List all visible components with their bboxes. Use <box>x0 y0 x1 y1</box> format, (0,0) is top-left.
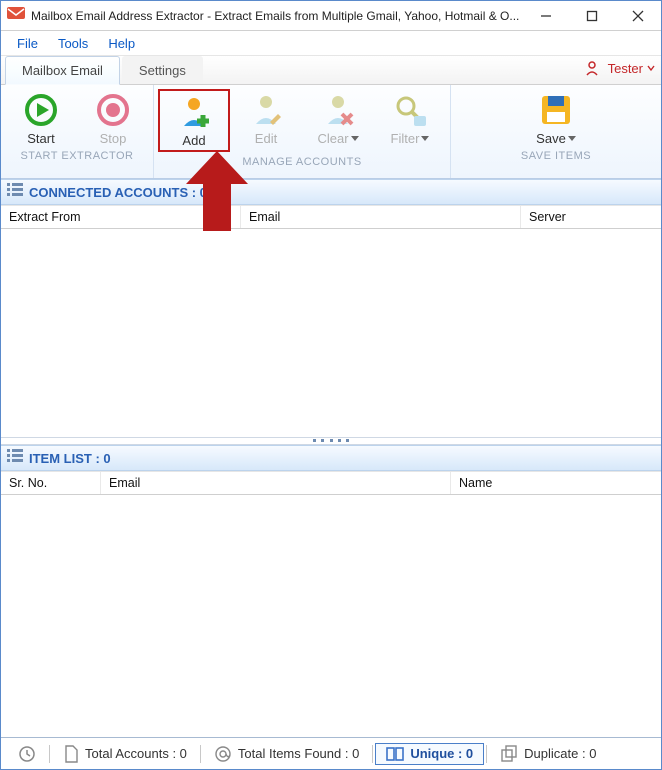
history-icon <box>18 745 36 763</box>
ribbon-caption-start: START EXTRACTOR <box>20 150 133 165</box>
edit-button[interactable]: Edit <box>230 89 302 152</box>
tab-row: Mailbox Email Settings Tester <box>1 55 661 85</box>
clear-button[interactable]: Clear <box>302 89 374 152</box>
list-icon <box>7 183 23 202</box>
status-bar: Total Accounts : 0 Total Items Found : 0… <box>1 737 661 769</box>
title-bar: Mailbox Email Address Extractor - Extrac… <box>1 1 661 31</box>
connected-accounts-header: CONNECTED ACCOUNTS : 0 <box>1 179 661 205</box>
list-icon <box>7 449 23 468</box>
edit-button-label: Edit <box>255 131 277 146</box>
stop-button[interactable]: Stop <box>77 89 149 146</box>
user-icon <box>586 60 604 76</box>
item-list-panel: ITEM LIST : 0 Sr. No. Email Name <box>1 445 661 737</box>
filter-button-label: Filter <box>391 131 420 146</box>
tab-mailbox-email[interactable]: Mailbox Email <box>5 56 120 85</box>
at-icon <box>214 745 232 763</box>
chevron-down-icon <box>421 136 429 141</box>
connected-list-body <box>1 229 661 437</box>
save-icon <box>537 91 575 129</box>
edit-user-icon <box>247 91 285 129</box>
ribbon-group-save: Save SAVE ITEMS <box>451 85 661 178</box>
item-list-title: ITEM LIST : 0 <box>29 451 111 466</box>
save-button-label: Save <box>536 131 566 146</box>
col-name[interactable]: Name <box>451 472 661 494</box>
menu-file[interactable]: File <box>7 34 48 53</box>
app-window: Mailbox Email Address Extractor - Extrac… <box>0 0 662 770</box>
start-button[interactable]: Start <box>5 89 77 146</box>
status-unique-text: Unique : 0 <box>410 746 473 761</box>
chevron-down-icon <box>568 136 576 141</box>
status-total-accounts-text: Total Accounts : 0 <box>85 746 187 761</box>
filter-button[interactable]: Filter <box>374 89 446 152</box>
minimize-button[interactable] <box>523 1 569 31</box>
maximize-button[interactable] <box>569 1 615 31</box>
ribbon-caption-save: SAVE ITEMS <box>521 150 591 165</box>
col-email[interactable]: Email <box>241 206 521 228</box>
status-total-items-text: Total Items Found : 0 <box>238 746 359 761</box>
col-item-email[interactable]: Email <box>101 472 451 494</box>
status-total-items[interactable]: Total Items Found : 0 <box>203 743 370 765</box>
app-icon <box>7 5 25 26</box>
menu-bar: File Tools Help <box>1 31 661 55</box>
item-list-header: ITEM LIST : 0 <box>1 445 661 471</box>
start-button-label: Start <box>27 131 54 146</box>
item-columns: Sr. No. Email Name <box>1 471 661 495</box>
unique-icon <box>386 746 404 762</box>
hint-arrow-icon <box>186 151 248 236</box>
user-menu[interactable]: Tester <box>586 60 655 76</box>
splitter[interactable] <box>1 437 661 445</box>
stop-button-label: Stop <box>100 131 127 146</box>
clear-user-icon <box>319 91 357 129</box>
status-duplicate-text: Duplicate : 0 <box>524 746 596 761</box>
ribbon-group-start: Start Stop START EXTRACTOR <box>1 85 154 178</box>
dup-icon <box>500 745 518 763</box>
add-button[interactable]: Add <box>158 89 230 152</box>
menu-help[interactable]: Help <box>98 34 145 53</box>
ribbon-caption-manage: MANAGE ACCOUNTS <box>242 156 361 171</box>
status-total-accounts[interactable]: Total Accounts : 0 <box>52 743 198 765</box>
col-server[interactable]: Server <box>521 206 661 228</box>
chevron-down-icon <box>351 136 359 141</box>
close-button[interactable] <box>615 1 661 31</box>
save-button[interactable]: Save <box>520 89 592 146</box>
tab-settings[interactable]: Settings <box>122 56 203 84</box>
status-duplicate[interactable]: Duplicate : 0 <box>489 743 607 765</box>
item-list-body <box>1 495 661 737</box>
connected-columns: Extract From Email Server <box>1 205 661 229</box>
status-history[interactable] <box>7 743 47 765</box>
window-title: Mailbox Email Address Extractor - Extrac… <box>31 9 523 23</box>
stop-icon <box>94 91 132 129</box>
connected-accounts-title: CONNECTED ACCOUNTS : 0 <box>29 185 207 200</box>
clear-button-label: Clear <box>317 131 348 146</box>
chevron-down-icon <box>647 64 655 72</box>
ribbon: Start Stop START EXTRACTOR Add Edit <box>1 85 661 179</box>
col-srno[interactable]: Sr. No. <box>1 472 101 494</box>
user-label: Tester <box>608 61 643 76</box>
add-user-icon <box>175 93 213 131</box>
play-icon <box>22 91 60 129</box>
menu-tools[interactable]: Tools <box>48 34 98 53</box>
status-unique[interactable]: Unique : 0 <box>375 743 484 765</box>
doc-icon <box>63 745 79 763</box>
add-button-label: Add <box>182 133 205 148</box>
window-controls <box>523 1 661 31</box>
connected-accounts-panel: CONNECTED ACCOUNTS : 0 Extract From Emai… <box>1 179 661 437</box>
filter-icon <box>391 91 429 129</box>
